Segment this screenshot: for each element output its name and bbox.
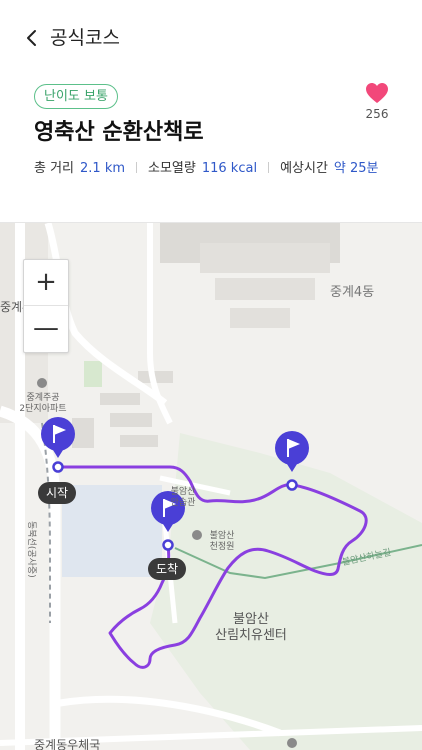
garden-label-line: 천정원	[209, 542, 235, 552]
divider	[268, 162, 270, 173]
chevron-left-icon	[27, 30, 36, 46]
back-button[interactable]	[22, 24, 46, 52]
zoom-out-button[interactable]: —	[24, 306, 68, 352]
plus-icon: +	[35, 267, 57, 297]
stat-value: 2.1 km	[80, 161, 126, 176]
apartment-label-line: 중계주공	[26, 393, 60, 403]
divider	[136, 162, 138, 173]
start-point	[52, 461, 64, 473]
heart-icon	[366, 83, 388, 103]
top-bar: 공식코스	[0, 0, 422, 76]
course-map[interactable]: 중계4동 중계4 중계주공 2단지아파트 불암산 안습관 불암산 천정원 불암산…	[0, 223, 422, 750]
course-info: 난이도 보통 영축산 순환산책로 256 총 거리 2.1 km 소모열량 116 k…	[0, 76, 422, 222]
calorie-stat: 소모열량 116 kcal	[148, 161, 257, 176]
page-title: 공식코스	[50, 27, 120, 49]
zoom-control: + —	[23, 259, 69, 353]
zoom-in-button[interactable]: +	[24, 260, 68, 306]
course-title: 영축산 순환산책로	[34, 120, 204, 145]
like-count: 256	[365, 107, 389, 121]
time-stat: 예상시간 약 25분	[280, 161, 378, 176]
minus-icon: —	[33, 313, 59, 343]
stat-label: 예상시간	[280, 161, 328, 176]
road-label: 동북선(공사중)	[26, 521, 36, 578]
garden-label-line: 불암산	[209, 531, 235, 541]
stat-value: 약 25분	[333, 161, 379, 176]
difficulty-badge: 난이도 보통	[34, 84, 118, 109]
post-office-label: 중계동우체국	[34, 738, 101, 750]
stat-label: 총 거리	[34, 161, 75, 176]
end-tag: 도착	[148, 558, 187, 580]
start-tag: 시작	[38, 482, 77, 504]
distance-stat: 총 거리 2.1 km	[34, 161, 125, 176]
end-point	[162, 539, 174, 551]
apartment-label: 중계주공 2단지아파트	[8, 393, 78, 415]
hall-label-line: 불암산	[170, 487, 196, 497]
course-stats: 총 거리 2.1 km 소모열량 116 kcal 예상시간 약 25분	[34, 159, 379, 179]
garden-label: 불암산 천정원	[202, 531, 242, 553]
forest-center-label: 불암산 산림치유센터	[206, 612, 296, 644]
hall-label-line: 안습관	[170, 498, 196, 508]
stat-label: 소모열량	[148, 161, 196, 176]
like-button[interactable]: 256	[360, 82, 394, 128]
hall-label: 불암산 안습관	[168, 487, 198, 509]
stat-value: 116 kcal	[201, 161, 258, 176]
forest-center-label-line: 산림치유센터	[215, 628, 287, 643]
apartment-label-line: 2단지아파트	[19, 404, 67, 414]
forest-center-label-line: 불암산	[233, 612, 269, 627]
waypoint	[286, 479, 298, 491]
district-label: 중계4동	[330, 285, 375, 300]
